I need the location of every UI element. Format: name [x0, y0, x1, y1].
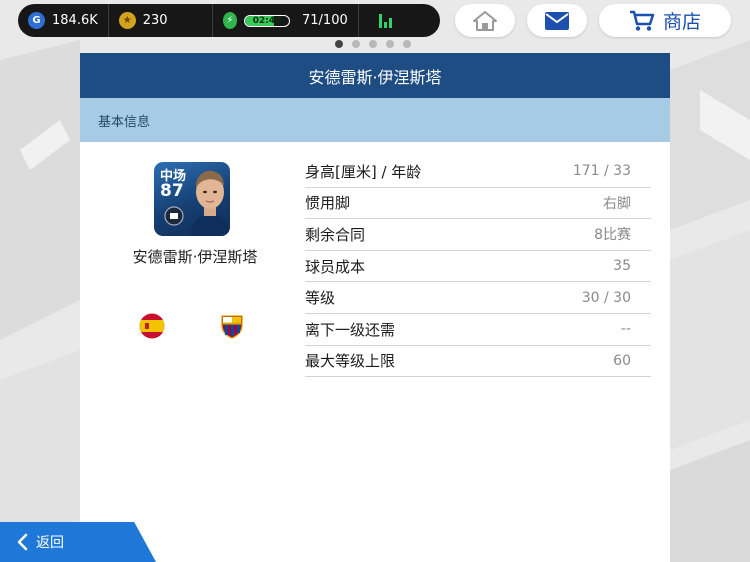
home-icon: [473, 10, 497, 31]
page-dot[interactable]: [369, 40, 377, 48]
spain-flag-icon: [139, 313, 165, 339]
stat-row: 剩余合同 8比赛: [305, 219, 651, 251]
energy-bar: 02:48: [244, 14, 290, 27]
stat-row: 离下一级还需 --: [305, 314, 651, 346]
resource-bar: G 184.6K ★ 230 ⚡ 02:48 71/100: [18, 4, 440, 37]
shop-label: 商店: [662, 11, 701, 33]
stat-row: 最大等级上限 60: [305, 346, 651, 378]
gp-icon: G: [28, 12, 45, 29]
stat-value: 60: [613, 352, 631, 369]
coin-icon: ★: [118, 12, 136, 29]
stat-value: 35: [613, 258, 631, 275]
player-card[interactable]: 中场 87: [154, 162, 230, 236]
stat-label: 球员成本: [305, 257, 366, 276]
energy-display[interactable]: ⚡ 02:48 71/100: [213, 4, 359, 37]
mail-icon: [545, 11, 569, 30]
stat-value: 右脚: [603, 195, 631, 212]
shop-button[interactable]: 商店: [599, 4, 731, 37]
stat-value: 171 / 33: [572, 163, 631, 180]
stat-value: 30 / 30: [581, 289, 631, 306]
energy-timer: 02:48: [252, 15, 282, 26]
page-dot[interactable]: [403, 40, 411, 48]
stat-row: 身高[厘米] / 年龄 171 / 33: [305, 156, 651, 188]
stat-value: 8比赛: [594, 227, 631, 244]
stat-row: 惯用脚 右脚: [305, 188, 651, 220]
player-name: 安德雷斯·伊涅斯塔: [132, 248, 258, 266]
chevron-left-icon: [17, 533, 28, 551]
back-label: 返回: [36, 535, 64, 551]
stat-label: 剩余合同: [305, 225, 366, 244]
page-dot[interactable]: [386, 40, 394, 48]
shopping-cart-icon: [629, 10, 655, 31]
home-button[interactable]: [455, 4, 515, 37]
barcelona-badge-icon: [221, 315, 243, 339]
page-indicator: [335, 40, 411, 48]
ball-icon: [164, 206, 184, 226]
gp-display[interactable]: G 184.6K: [18, 4, 109, 37]
energy-icon: ⚡: [222, 12, 238, 29]
stat-label: 离下一级还需: [305, 320, 396, 339]
stats-table: 身高[厘米] / 年龄 171 / 33 惯用脚 右脚 剩余合同 8比赛 球员成…: [305, 156, 651, 378]
stat-label: 等级: [305, 289, 336, 308]
stat-label: 身高[厘米] / 年龄: [305, 162, 422, 181]
stat-row: 球员成本 35: [305, 251, 651, 283]
panel-title: 安德雷斯·伊涅斯塔: [80, 53, 670, 98]
coins-display[interactable]: ★ 230: [109, 4, 213, 37]
stats-button[interactable]: [359, 4, 402, 37]
energy-count: 71/100: [302, 13, 348, 28]
stat-label: 惯用脚: [305, 194, 351, 213]
section-header: 基本信息: [80, 98, 670, 142]
stat-value: --: [620, 321, 631, 338]
page-dot[interactable]: [352, 40, 360, 48]
mail-button[interactable]: [527, 4, 587, 37]
back-button[interactable]: 返回: [0, 522, 156, 562]
bar-chart-icon: [378, 13, 392, 28]
card-rating: 87: [160, 181, 184, 201]
stat-row: 等级 30 / 30: [305, 282, 651, 314]
gp-value: 184.6K: [52, 13, 98, 28]
coins-value: 230: [142, 13, 168, 28]
page-dot[interactable]: [335, 40, 343, 48]
player-info-panel: 安德雷斯·伊涅斯塔 基本信息 中场 87 安德雷斯·伊涅斯塔 身高[厘米] / …: [80, 53, 670, 562]
stat-label: 最大等级上限: [305, 352, 396, 371]
